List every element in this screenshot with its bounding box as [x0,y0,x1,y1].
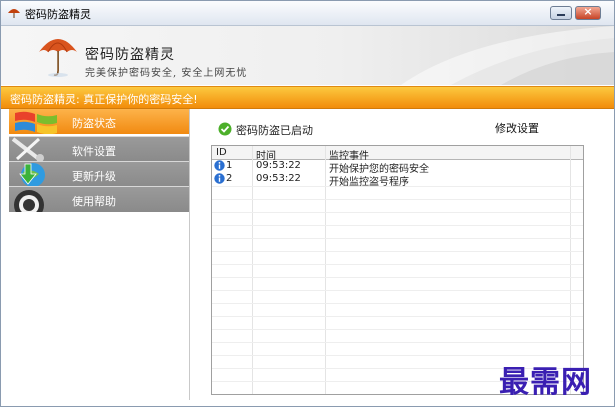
row-gridline [212,199,583,200]
close-button[interactable]: × [575,5,601,20]
header-decoration [401,26,614,85]
row-gridline [212,186,583,187]
app-tagline: 完美保护密码安全, 安全上网无忧 [85,68,248,79]
minimize-icon [557,14,565,16]
row-gridline [212,238,583,239]
app-window: 密码防盗精灵 × 密码防盗精灵 完美保护密码安全, 安全上网无忧 密码防盗精灵:… [0,0,615,407]
row-gridline [212,264,583,265]
info-icon [214,160,225,171]
table-row[interactable]: 2 09:53:22 开始监控盗号程序 [212,173,583,188]
sidebar-item-label: 使用帮助 [72,195,116,208]
watermark-logo: 最需网 [499,365,592,400]
row-gridline [212,290,583,291]
row-id: 1 [226,160,233,171]
sidebar-item-update[interactable]: 更新升级 [9,161,189,187]
row-gridline [212,212,583,213]
windows-flag-icon [15,111,57,134]
info-banner: 密码防盗精灵: 真正保护你的密码安全! [1,86,614,109]
sidebar-item-settings[interactable]: 软件设置 [9,136,189,162]
row-gridline [212,303,583,304]
sidebar-item-label: 软件设置 [72,145,116,158]
row-id: 2 [226,173,233,184]
row-gridline [212,329,583,330]
row-gridline [212,342,583,343]
row-gridline [212,251,583,252]
minimize-button[interactable] [550,6,572,20]
help-lifebuoy-icon [14,190,44,212]
banner-text: 密码防盗精灵: 真正保护你的密码安全! [10,93,198,106]
app-header: 密码防盗精灵 完美保护密码安全, 安全上网无忧 [1,26,614,85]
row-time: 09:53:22 [256,173,301,184]
green-check-icon [218,122,232,136]
sidebar-item-status[interactable]: 防盗状态 [9,109,189,134]
title-bar[interactable]: 密码防盗精灵 × [1,1,614,26]
table-header: ID 时间 监控事件 [212,146,583,162]
row-time: 09:53:22 [256,160,301,171]
app-umbrella-icon [8,9,20,18]
window-title: 密码防盗精灵 [25,8,91,21]
tools-icon [11,137,44,162]
app-name: 密码防盗精灵 [85,47,175,63]
sidebar: 防盗状态 软件设置 更新升级 使用帮助 [9,109,190,400]
column-header-id[interactable]: ID [216,147,227,158]
row-gridline [212,355,583,356]
info-icon [214,173,225,184]
update-globe-icon [19,163,45,187]
umbrella-logo-icon [39,39,77,77]
modify-settings-link[interactable]: 修改设置 [495,120,539,136]
sidebar-item-label: 防盗状态 [72,117,116,130]
row-gridline [212,316,583,317]
row-gridline [212,225,583,226]
sidebar-item-help[interactable]: 使用帮助 [9,186,189,212]
close-icon: × [583,5,593,18]
sidebar-item-label: 更新升级 [72,170,116,183]
row-gridline [212,277,583,278]
status-text: 密码防盗已启动 [236,124,313,137]
table-row[interactable]: 1 09:53:22 开始保护您的密码安全 [212,160,583,175]
